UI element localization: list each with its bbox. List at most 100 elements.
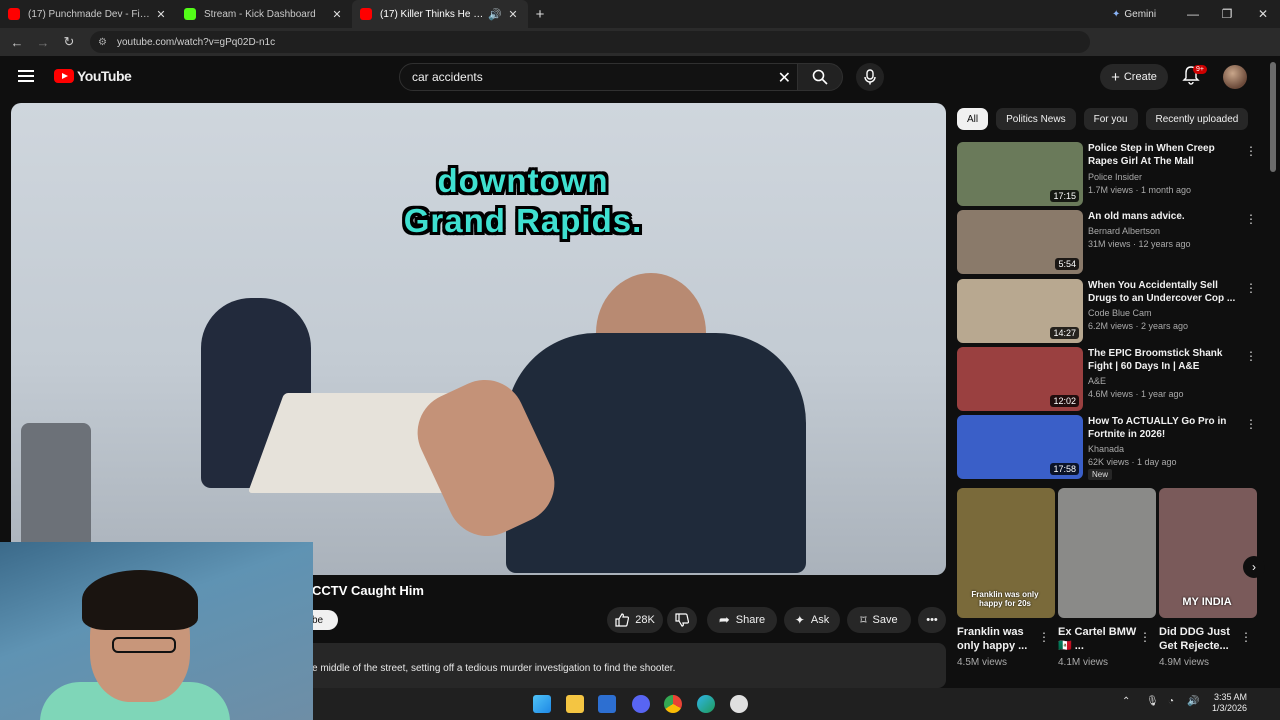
more-options-icon[interactable]: ⋮ xyxy=(1038,630,1050,644)
channel-name[interactable]: Bernard Albertson xyxy=(1088,226,1160,236)
minimize-icon[interactable]: — xyxy=(1176,0,1210,28)
channel-name[interactable]: A&E xyxy=(1088,376,1106,386)
youtube-favicon-icon xyxy=(8,8,20,20)
tab-title: (17) Punchmade Dev - Financia xyxy=(28,8,154,20)
reload-icon[interactable]: ↻ xyxy=(56,28,82,56)
shorts-next-icon[interactable]: › xyxy=(1243,556,1265,578)
more-options-icon[interactable]: ⋮ xyxy=(1139,630,1151,644)
wifi-icon[interactable]: ◔ xyxy=(1168,696,1174,707)
close-tab-icon[interactable]: ✕ xyxy=(330,8,344,21)
chip-recently-uploaded[interactable]: Recently uploaded xyxy=(1145,108,1249,130)
page-scrollbar[interactable] xyxy=(1270,62,1276,172)
video-thumbnail[interactable]: 17:15 xyxy=(957,142,1083,206)
hamburger-menu-icon[interactable] xyxy=(18,70,34,82)
search-input[interactable]: car accidents ✕ xyxy=(399,63,798,91)
video-thumbnail[interactable]: 14:27 xyxy=(957,279,1083,343)
system-clock[interactable]: 3:35 AM 1/3/2026 xyxy=(1212,692,1247,714)
search-icon xyxy=(812,69,828,85)
more-options-icon[interactable]: ⋮ xyxy=(1240,630,1252,644)
forward-icon[interactable]: → xyxy=(30,28,56,56)
window-close-icon[interactable]: ✕ xyxy=(1246,0,1280,28)
short-thumbnail[interactable]: Franklin was only happy for 20s xyxy=(957,488,1055,618)
share-button[interactable]: ➦ Share xyxy=(707,607,777,633)
recommendation-title[interactable]: The EPIC Broomstick Shank Fight | 60 Day… xyxy=(1088,347,1236,373)
microphone-tray-icon[interactable]: 🎙 xyxy=(1146,696,1159,707)
dislike-button[interactable] xyxy=(667,607,697,633)
browser-tab-1[interactable]: (17) Punchmade Dev - Financia ✕ xyxy=(0,0,176,28)
browser-tab-3-active[interactable]: (17) Killer Thinks He Got Aw 🔊 ✕ xyxy=(352,0,528,28)
short-title[interactable]: Did DDG Just Get Rejecte... xyxy=(1159,625,1239,653)
speaker-icon[interactable]: 🔊 xyxy=(488,8,502,21)
channel-name[interactable]: Khanada xyxy=(1088,444,1124,454)
more-options-icon[interactable]: ⋮ xyxy=(1245,144,1257,158)
tray-chevron-icon[interactable]: ⌃ xyxy=(1122,696,1130,707)
tab-title: (17) Killer Thinks He Got Aw xyxy=(380,8,488,20)
save-button[interactable]: ⌑ Save xyxy=(847,607,911,633)
short-thumbnail[interactable] xyxy=(1058,488,1156,618)
description-box[interactable]: e middle of the street, setting off a te… xyxy=(312,643,946,688)
more-options-icon[interactable]: ⋮ xyxy=(1245,212,1257,226)
chip-all[interactable]: All xyxy=(957,108,989,130)
video-thumbnail[interactable]: 5:54 xyxy=(957,210,1083,274)
recommendation-title[interactable]: How To ACTUALLY Go Pro in Fortnite in 20… xyxy=(1088,415,1236,441)
like-button[interactable]: 28K xyxy=(607,607,663,633)
clear-search-icon[interactable]: ✕ xyxy=(778,68,791,88)
address-bar[interactable]: ⚙ youtube.com/watch?v=gPq02D-n1c xyxy=(90,31,1090,53)
new-tab-icon[interactable]: + xyxy=(528,6,552,23)
recommendation-item[interactable]: 5:54 An old mans advice. Bernard Alberts… xyxy=(957,210,1257,274)
back-icon[interactable]: ← xyxy=(4,28,30,56)
short-thumbnail[interactable]: MY INDIA xyxy=(1159,488,1257,618)
ask-button[interactable]: ✦ Ask xyxy=(784,607,840,633)
close-tab-icon[interactable]: ✕ xyxy=(506,8,520,21)
gemini-button[interactable]: ✦ Gemini xyxy=(1104,5,1164,23)
thumbs-down-icon xyxy=(675,613,689,627)
chrome-icon[interactable] xyxy=(664,695,682,713)
volume-icon[interactable]: 🔊 xyxy=(1187,696,1199,707)
clock-time: 3:35 AM xyxy=(1214,692,1248,702)
more-options-icon[interactable]: ⋮ xyxy=(1245,349,1257,363)
channel-name[interactable]: Code Blue Cam xyxy=(1088,308,1152,318)
voice-search-button[interactable] xyxy=(856,63,884,91)
youtube-logo[interactable]: YouTube xyxy=(54,68,132,84)
chip-for-you[interactable]: For you xyxy=(1083,108,1138,130)
video-thumbnail[interactable]: 12:02 xyxy=(957,347,1083,411)
channel-name[interactable]: Police Insider xyxy=(1088,172,1142,182)
restore-icon[interactable]: ❐ xyxy=(1210,0,1244,28)
chip-politics-news[interactable]: Politics News xyxy=(996,108,1076,130)
discord-icon[interactable] xyxy=(632,695,650,713)
site-info-icon[interactable]: ⚙ xyxy=(98,37,107,48)
short-title[interactable]: Franklin was only happy ... xyxy=(957,625,1037,653)
app-icon[interactable] xyxy=(730,695,748,713)
video-player[interactable]: downtown Grand Rapids. xyxy=(11,103,946,575)
store-icon[interactable] xyxy=(598,695,616,713)
video-thumbnail[interactable]: 17:58 xyxy=(957,415,1083,479)
ask-label: Ask xyxy=(810,614,830,626)
recommendation-item[interactable]: 12:02 The EPIC Broomstick Shank Fight | … xyxy=(957,347,1257,411)
video-duration: 17:58 xyxy=(1050,463,1079,475)
recommendation-title[interactable]: An old mans advice. xyxy=(1088,210,1236,223)
short-title[interactable]: Ex Cartel BMW 🇲🇽 ... xyxy=(1058,625,1138,653)
more-options-icon[interactable]: ⋮ xyxy=(1245,417,1257,431)
more-options-icon[interactable]: ⋮ xyxy=(1245,281,1257,295)
windows-start-icon[interactable] xyxy=(533,695,551,713)
video-duration: 12:02 xyxy=(1050,395,1079,407)
recommendation-item[interactable]: 14:27 When You Accidentally Sell Drugs t… xyxy=(957,279,1257,343)
gemini-label: Gemini xyxy=(1124,8,1157,20)
gemini-icon: ✦ xyxy=(1112,8,1121,20)
share-icon: ➦ xyxy=(718,612,730,627)
create-button[interactable]: + Create xyxy=(1100,64,1168,90)
browser-tab-2[interactable]: Stream - Kick Dashboard ✕ xyxy=(176,0,352,28)
recommendation-item[interactable]: 17:58 How To ACTUALLY Go Pro in Fortnite… xyxy=(957,415,1257,480)
video-meta: 6.2M views · 2 years ago xyxy=(1088,321,1189,331)
recommendation-title[interactable]: When You Accidentally Sell Drugs to an U… xyxy=(1088,279,1236,305)
file-explorer-icon[interactable] xyxy=(566,695,584,713)
recommendation-item[interactable]: 17:15 Police Step in When Creep Rapes Gi… xyxy=(957,142,1257,206)
close-tab-icon[interactable]: ✕ xyxy=(154,8,168,21)
more-actions-button[interactable]: ••• xyxy=(918,607,946,633)
youtube-logo-text: YouTube xyxy=(77,68,132,84)
video-meta: 31M views · 12 years ago xyxy=(1088,239,1191,249)
recommendation-title[interactable]: Police Step in When Creep Rapes Girl At … xyxy=(1088,142,1236,168)
account-avatar[interactable] xyxy=(1223,65,1247,89)
edge-icon[interactable] xyxy=(697,695,715,713)
search-button[interactable] xyxy=(797,63,843,91)
